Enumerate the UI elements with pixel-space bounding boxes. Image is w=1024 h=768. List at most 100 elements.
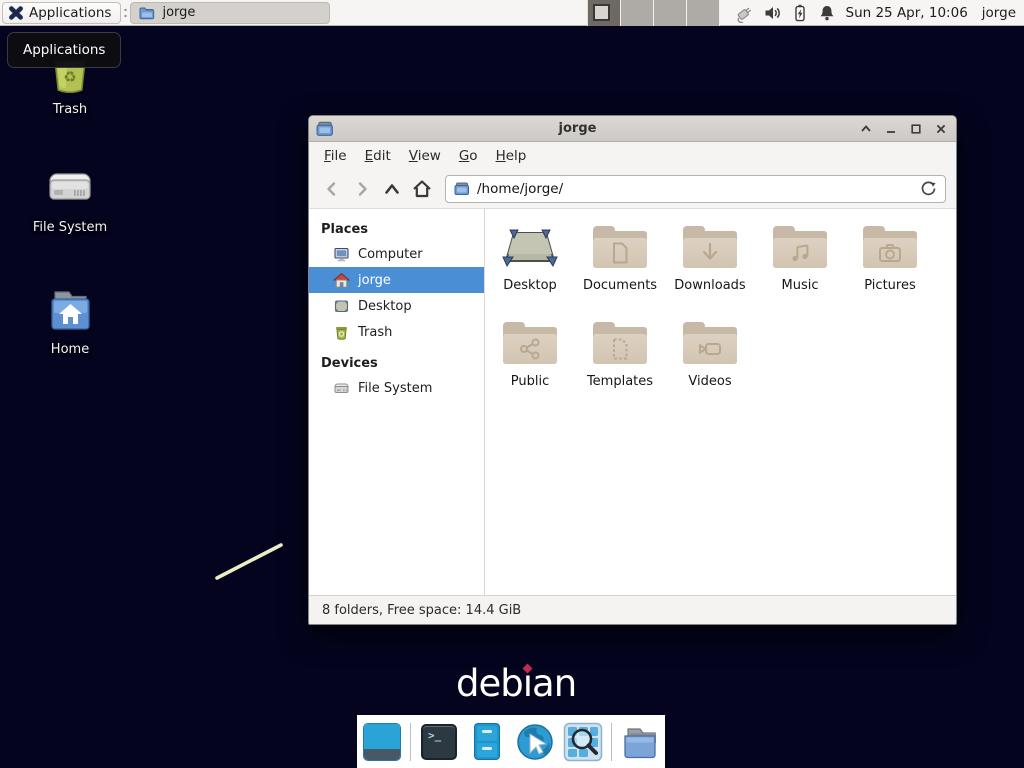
terminal-icon: >_: [421, 724, 457, 760]
taskbar-window-label: jorge: [162, 5, 195, 20]
desktop-icon-label: Home: [51, 342, 89, 357]
show-desktop-button[interactable]: [362, 722, 402, 762]
minimize-button[interactable]: [884, 123, 897, 136]
workspace-window-preview: [593, 4, 610, 21]
workspace-3[interactable]: [654, 0, 687, 26]
workspace-4[interactable]: [687, 0, 720, 26]
desktop: Applications jorge: [0, 0, 1024, 768]
menubar: File Edit View Go Help: [309, 142, 956, 169]
folder-item-desktop[interactable]: Desktop: [485, 221, 575, 317]
videos-folder-icon: [696, 337, 724, 361]
menu-help[interactable]: Help: [487, 144, 536, 168]
titlebar[interactable]: jorge: [309, 116, 956, 142]
folder-icon: [139, 5, 155, 20]
directory-menu-launcher[interactable]: [620, 722, 660, 762]
taskbar-window-button[interactable]: jorge: [130, 2, 330, 24]
applications-tooltip: Applications: [7, 32, 121, 68]
applications-menu-label: Applications: [29, 5, 111, 21]
computer-icon: [333, 246, 350, 263]
sidebar-item-label: File System: [358, 381, 432, 396]
application-finder-launcher[interactable]: [563, 722, 603, 762]
folder-label: Desktop: [503, 278, 557, 293]
maximize-button[interactable]: [909, 123, 922, 136]
desktop-special-icon: [501, 224, 559, 270]
show-desktop-icon: [363, 723, 401, 761]
workspace-1[interactable]: [588, 0, 621, 26]
reload-icon[interactable]: [920, 180, 937, 197]
menu-go[interactable]: Go: [450, 144, 487, 168]
up-button[interactable]: [377, 174, 407, 204]
panel-clock[interactable]: Sun 25 Apr, 10:06: [846, 5, 968, 21]
volume-icon[interactable]: [764, 4, 782, 22]
notifications-icon[interactable]: [818, 4, 836, 22]
web-browser-icon: [515, 722, 555, 762]
desktop-icon-filesystem[interactable]: File System: [18, 164, 122, 235]
sidebar-devices-header: Devices: [309, 351, 484, 375]
statusbar-text: 8 folders, Free space: 14.4 GiB: [322, 603, 521, 618]
location-bar[interactable]: [445, 175, 946, 203]
cursor-line: [210, 538, 290, 584]
filesystem-drive-icon: [45, 164, 95, 214]
path-folder-icon: [454, 181, 470, 196]
folder-item-pictures[interactable]: Pictures: [845, 221, 935, 317]
downloads-folder-icon: [698, 241, 722, 265]
applications-menu-button[interactable]: Applications: [2, 2, 121, 24]
network-icon[interactable]: [733, 3, 755, 23]
path-input[interactable]: [477, 181, 920, 197]
workspace-switcher: [587, 0, 720, 26]
menu-view[interactable]: View: [400, 144, 450, 168]
menu-edit[interactable]: Edit: [356, 144, 400, 168]
desktop-icon-label: Trash: [53, 102, 87, 117]
folder-item-public[interactable]: Public: [485, 317, 575, 413]
panel-separator-handle: [123, 4, 128, 22]
debian-logo: debıan: [456, 662, 576, 710]
sidebar-item-jorge[interactable]: jorge: [309, 267, 484, 293]
folder-item-documents[interactable]: Documents: [575, 221, 665, 317]
documents-folder-icon: [609, 241, 631, 265]
menu-file[interactable]: File: [315, 144, 356, 168]
folder-label: Public: [511, 374, 549, 389]
file-manager-window: jorge File Edit View Go Help: [308, 115, 957, 625]
sidebar-item-file-system[interactable]: File System: [309, 375, 484, 401]
terminal-launcher[interactable]: >_: [419, 722, 459, 762]
home-folder-icon: [45, 286, 95, 336]
forward-button[interactable]: [347, 174, 377, 204]
home-icon: [411, 178, 433, 200]
folder-item-music[interactable]: Music: [755, 221, 845, 317]
battery-icon[interactable]: [791, 4, 809, 22]
svg-text:♻: ♻: [63, 68, 76, 86]
sidebar: Places Computer: [309, 209, 485, 595]
workspace-2[interactable]: [621, 0, 654, 26]
user-home-icon: [333, 272, 350, 289]
system-tray: [733, 3, 836, 23]
sidebar-item-label: jorge: [358, 273, 391, 288]
sidebar-item-desktop[interactable]: Desktop: [309, 293, 484, 319]
folder-item-templates[interactable]: Templates: [575, 317, 665, 413]
toolbar: [309, 169, 956, 209]
folder-item-downloads[interactable]: Downloads: [665, 221, 755, 317]
window-title: jorge: [309, 121, 846, 136]
debian-logo-text: deb: [456, 662, 523, 706]
music-folder-icon: [788, 241, 812, 265]
folder-item-videos[interactable]: Videos: [665, 317, 755, 413]
close-button[interactable]: [934, 123, 947, 136]
desktop-icon-home[interactable]: Home: [18, 286, 122, 357]
debian-logo-i: ı: [523, 662, 532, 706]
desktop-icon-label: File System: [33, 220, 107, 235]
file-view: Desktop Documents: [485, 209, 956, 595]
xfce-logo-icon: [8, 5, 24, 21]
web-browser-launcher[interactable]: [515, 722, 555, 762]
back-button[interactable]: [317, 174, 347, 204]
home-button[interactable]: [407, 174, 437, 204]
file-manager-launcher[interactable]: [467, 722, 507, 762]
public-folder-icon: [518, 337, 542, 361]
panel-username[interactable]: jorge: [982, 5, 1016, 21]
shade-button[interactable]: [859, 123, 872, 136]
sidebar-places-header: Places: [309, 217, 484, 241]
templates-folder-icon: [609, 337, 631, 361]
sidebar-item-label: Trash: [358, 325, 392, 340]
sidebar-item-trash[interactable]: Trash: [309, 319, 484, 345]
top-panel: Applications jorge: [0, 0, 1024, 26]
desktop-icon: [333, 298, 350, 315]
sidebar-item-computer[interactable]: Computer: [309, 241, 484, 267]
